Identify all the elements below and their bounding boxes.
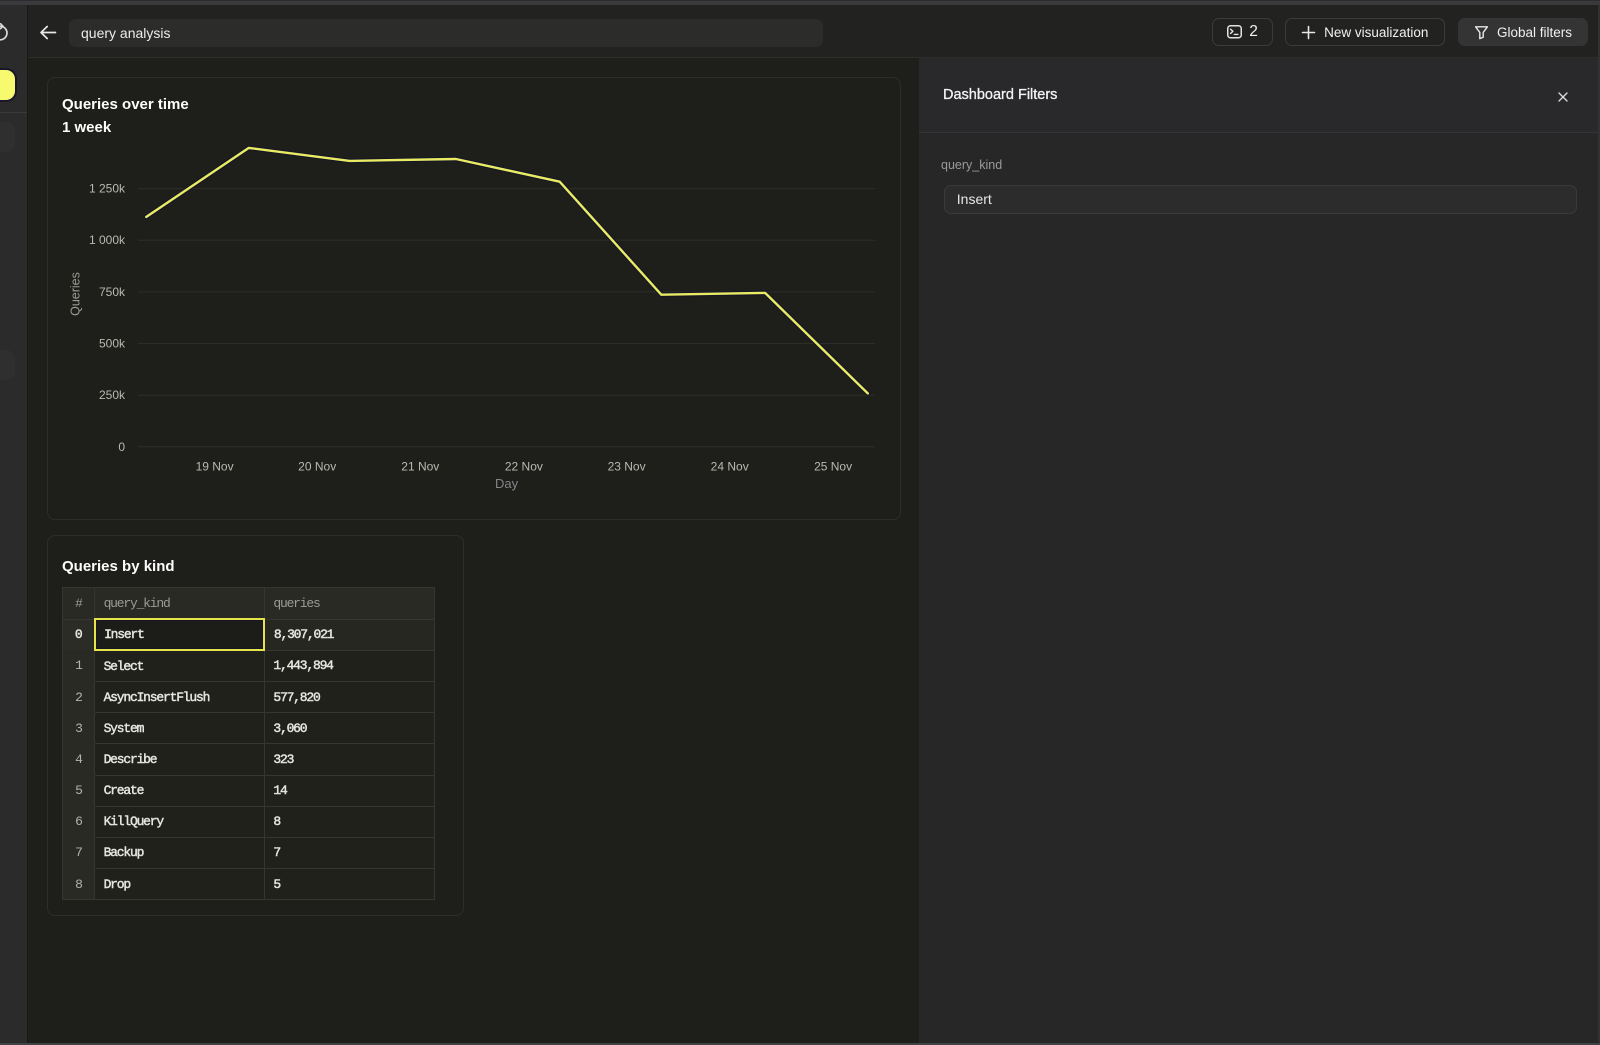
svg-text:21 Nov: 21 Nov <box>401 460 439 474</box>
svg-text:24 Nov: 24 Nov <box>711 460 749 474</box>
svg-text:1 250k: 1 250k <box>89 182 126 196</box>
svg-text:750k: 750k <box>99 285 126 299</box>
svg-text:250k: 250k <box>99 388 126 402</box>
svg-text:20 Nov: 20 Nov <box>298 460 336 474</box>
svg-text:22 Nov: 22 Nov <box>505 460 543 474</box>
svg-text:1 000k: 1 000k <box>89 233 126 247</box>
svg-text:19 Nov: 19 Nov <box>196 460 234 474</box>
svg-text:0: 0 <box>118 440 125 454</box>
svg-text:Queries: Queries <box>69 272 83 316</box>
svg-text:500k: 500k <box>99 337 126 351</box>
svg-text:25 Nov: 25 Nov <box>814 460 852 474</box>
svg-text:Day: Day <box>495 476 519 491</box>
svg-text:23 Nov: 23 Nov <box>608 460 646 474</box>
